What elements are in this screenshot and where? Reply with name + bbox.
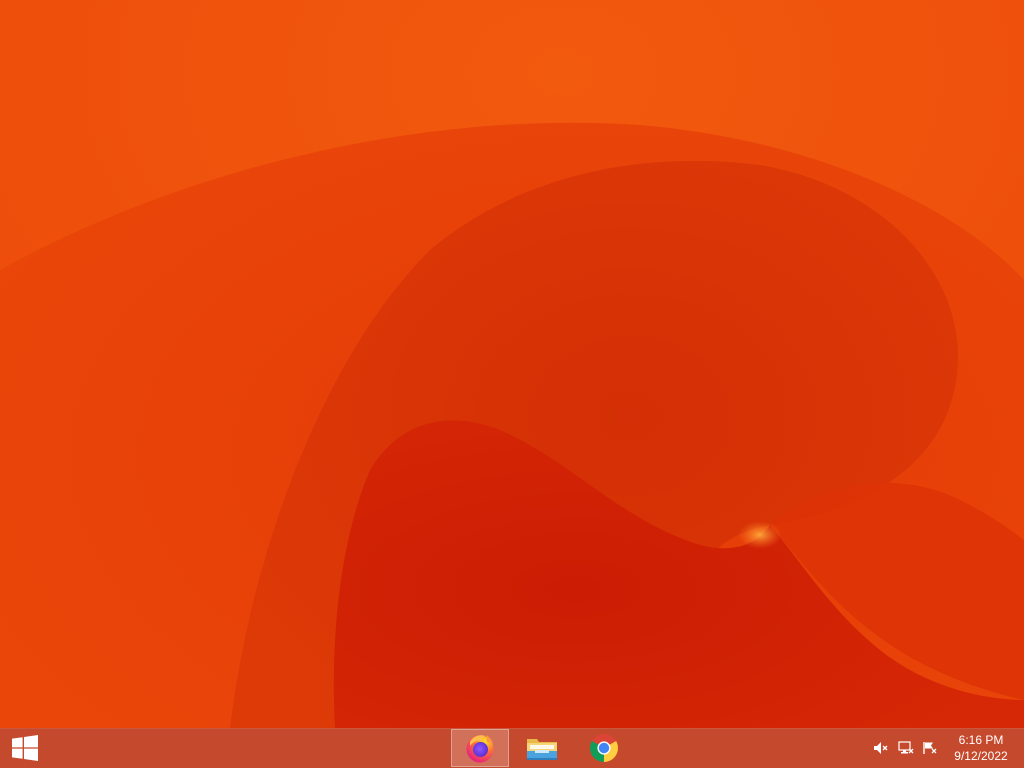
chrome-icon [590, 734, 618, 762]
clock-time: 6:16 PM [958, 733, 1004, 747]
taskbar-clock[interactable]: 6:16 PM 9/12/2022 [944, 732, 1018, 764]
desktop-wallpaper [0, 0, 1024, 728]
file-explorer-icon [527, 739, 557, 760]
taskbar-chrome-button[interactable] [575, 729, 633, 767]
clock-date: 9/12/2022 [954, 749, 1008, 763]
firefox-icon [466, 735, 494, 763]
volume-muted-icon [874, 742, 888, 754]
tray-action-center-button[interactable] [921, 740, 939, 756]
action-center-flag-icon [923, 742, 937, 754]
network-icon [898, 741, 914, 754]
tray-network-button[interactable] [897, 740, 915, 756]
start-button[interactable] [0, 728, 50, 768]
tray-volume-button[interactable] [872, 740, 890, 756]
windows-logo-icon [12, 735, 38, 761]
taskbar: 6:16 PM 9/12/2022 [0, 728, 1024, 768]
taskbar-firefox-button[interactable] [451, 729, 509, 767]
desktop[interactable] [0, 0, 1024, 728]
taskbar-file-explorer-button[interactable] [513, 729, 571, 767]
